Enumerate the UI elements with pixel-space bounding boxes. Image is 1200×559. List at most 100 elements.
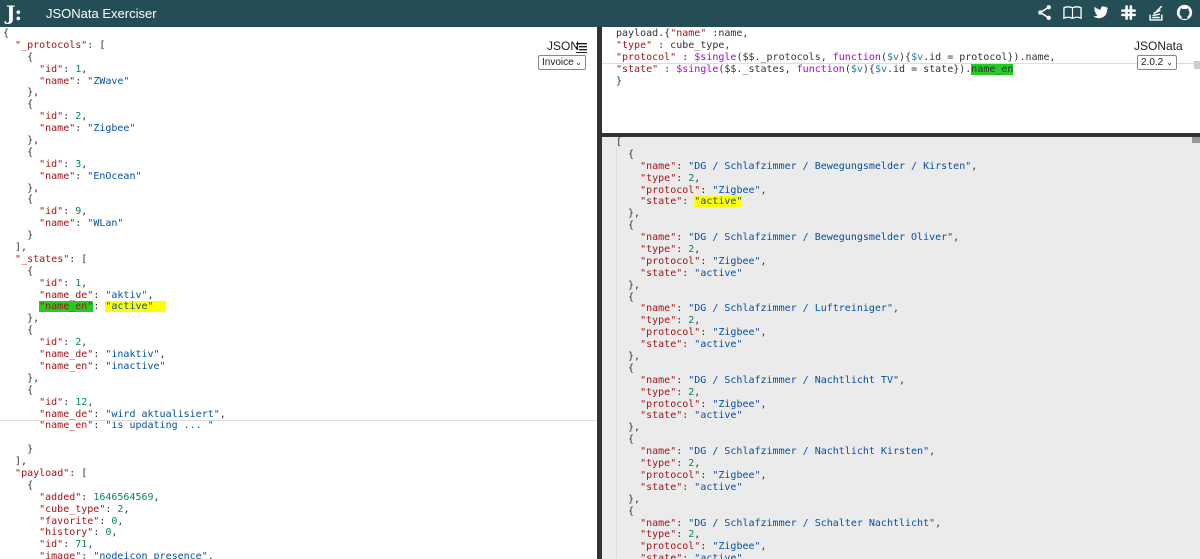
input-code-line: "favorite": 0,	[3, 516, 226, 528]
code-token: $v	[874, 63, 887, 75]
code-token: "name_en"	[39, 420, 94, 432]
code-token: "DG / Schlafzimmer / Nachtlicht Kirsten"	[688, 446, 930, 458]
code-token: },	[616, 208, 641, 220]
code-token: "protocol"	[640, 469, 701, 481]
code-token: "Zigbee"	[87, 123, 136, 135]
input-code-line: "history": 0,	[3, 527, 226, 539]
code-token: "active"	[694, 410, 743, 422]
code-token: ,	[87, 539, 94, 551]
result-code-line: "protocol": "Zigbee",	[616, 470, 977, 482]
code-token: "DG / Schlafzimmer / Nachtlicht TV"	[688, 374, 899, 386]
input-code-line: "id": 2,	[3, 337, 226, 349]
code-token: :	[676, 172, 689, 184]
result-scrollbar[interactable]	[1192, 137, 1200, 143]
code-token: }	[3, 444, 34, 456]
code-token: "active"	[694, 481, 743, 493]
code-token: ,	[760, 184, 767, 196]
code-token: $single	[676, 63, 719, 75]
code-token: {	[3, 265, 34, 277]
github-icon[interactable]	[1175, 4, 1194, 23]
code-token: {	[3, 51, 34, 63]
version-selector[interactable]: 2.0.2 ⌄	[1137, 55, 1177, 70]
code-token: "DG / Schlafzimmer / Luftreiniger"	[688, 303, 893, 315]
code-token: "id"	[39, 396, 64, 408]
result-code-line: {	[616, 506, 977, 518]
code-token: "inactive"	[105, 360, 166, 372]
code-token: $v	[886, 51, 900, 63]
result-code-line: "state": "active"	[616, 553, 977, 559]
code-token: ,	[87, 396, 94, 408]
result-code-line: },	[616, 494, 977, 506]
sample-selector[interactable]: Invoice ⌄	[538, 55, 586, 70]
expression-code-line: "protocol" : $single($$._protocols, func…	[616, 52, 1056, 64]
stackoverflow-icon[interactable]	[1147, 4, 1166, 23]
code-token: name_en	[971, 63, 1014, 75]
code-token: function	[832, 51, 881, 63]
share-icon[interactable]	[1035, 4, 1054, 23]
expression-scrollbar[interactable]	[1194, 61, 1200, 69]
code-token: ($$._states,	[718, 63, 797, 75]
code-token: "id"	[39, 277, 64, 289]
code-token: ,	[694, 386, 701, 398]
code-token: ,	[159, 349, 166, 361]
code-token: ,	[81, 158, 88, 170]
input-code-line: "id": 1,	[3, 64, 226, 76]
jsonata-logo[interactable]: J:	[6, 3, 22, 23]
json-input-code[interactable]: { "_protocols": [ { "id": 1, "name": "ZW…	[3, 28, 226, 559]
code-token: :	[700, 255, 713, 267]
json-input-editor[interactable]: { "_protocols": [ { "id": 1, "name": "ZW…	[0, 27, 597, 559]
input-code-line: ],	[3, 456, 226, 468]
jsonata-expression-code[interactable]: payload.{"name" :name, "type" : cube_type…	[616, 28, 1056, 87]
code-token: :	[676, 303, 689, 315]
code-token: ,	[953, 232, 960, 244]
code-token: $single	[694, 51, 737, 63]
input-code-line: "id": 12,	[3, 397, 226, 409]
code-token: "wird aktualisiert"	[105, 408, 220, 420]
code-token: "type"	[640, 244, 677, 256]
format-icon[interactable]	[576, 40, 587, 53]
code-token: "active"	[694, 553, 743, 559]
code-token: "history"	[39, 527, 94, 539]
code-token: "_states"	[15, 253, 70, 265]
code-token: },	[3, 372, 40, 384]
code-token: "ZWave"	[87, 75, 130, 87]
input-code-line: {	[3, 147, 226, 159]
code-token: "id"	[39, 63, 64, 75]
code-token: {	[3, 384, 34, 396]
jsonata-expression-editor[interactable]: payload.{"name" :name, "type" : cube_type…	[602, 27, 1200, 133]
twitter-icon[interactable]	[1091, 4, 1110, 23]
result-code-line: "state": "active"	[616, 410, 977, 422]
code-token: },	[616, 351, 641, 363]
code-token: :	[676, 458, 689, 470]
result-code-line: "type": 2,	[616, 387, 977, 399]
code-token: "name"	[640, 517, 677, 529]
code-token: "name"	[39, 123, 76, 135]
slack-icon[interactable]	[1119, 4, 1138, 23]
code-token: :	[63, 337, 76, 349]
code-token: [	[616, 137, 623, 148]
result-code-line: "state": "active"	[616, 339, 977, 351]
code-token: ],	[3, 242, 28, 254]
result-code-line: {	[616, 149, 977, 161]
code-token: :	[676, 446, 689, 458]
code-token: "Zigbee"	[712, 469, 761, 481]
code-token: "state"	[640, 196, 683, 208]
code-token: :	[93, 349, 106, 361]
input-code-line: ],	[3, 242, 226, 254]
book-icon[interactable]	[1063, 4, 1082, 23]
input-code-line: },	[3, 313, 226, 325]
code-token: "is updating ... "	[105, 420, 214, 432]
input-code-line: "name": "ZWave"	[3, 76, 226, 88]
result-code-line: "protocol": "Zigbee",	[616, 256, 977, 268]
input-code-line: "name": "Zigbee"	[3, 123, 226, 135]
